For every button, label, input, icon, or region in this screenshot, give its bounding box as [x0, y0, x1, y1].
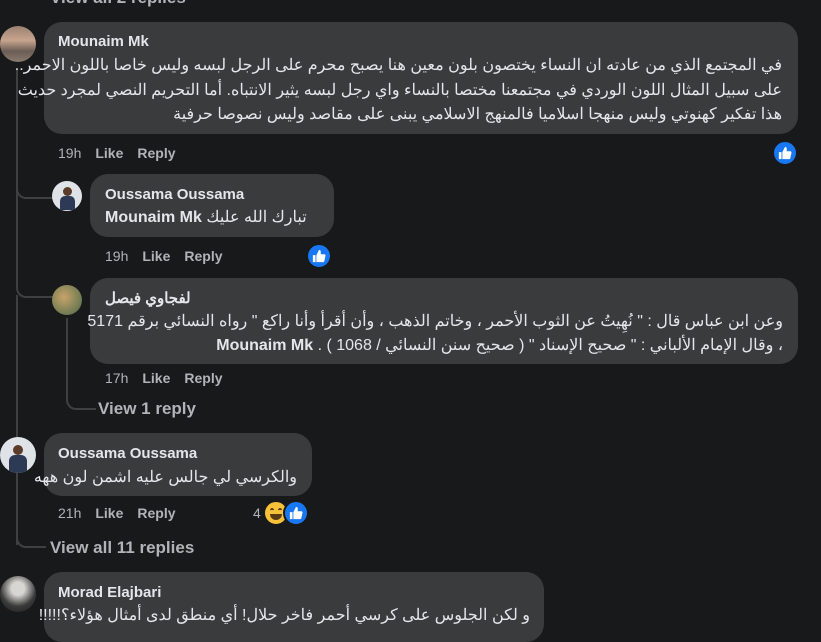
- like-reaction-icon[interactable]: [306, 243, 332, 269]
- comment-text-line: Mounaim Mk ، وقال الإمام الألباني : " صح…: [216, 335, 783, 355]
- thumbs-up-icon: [312, 249, 326, 263]
- comment-meta: 17h Like Reply: [105, 370, 237, 386]
- timestamp[interactable]: 17h: [105, 370, 128, 386]
- reply-action[interactable]: Reply: [137, 505, 175, 521]
- timestamp[interactable]: 21h: [58, 505, 81, 521]
- comment-meta: 21h Like Reply: [58, 505, 190, 521]
- comment-body: ، وقال الإمام الألباني : " صحيح الإسناد …: [317, 337, 783, 354]
- reply-action[interactable]: Reply: [137, 145, 175, 161]
- comment-text: والكرسي لي جالس عليه اشمن لون ههه: [33, 469, 297, 486]
- thread-line: [16, 180, 54, 199]
- mention-link[interactable]: Mounaim Mk: [216, 337, 313, 354]
- like-action[interactable]: Like: [95, 145, 123, 161]
- avatar[interactable]: [0, 576, 36, 612]
- comment-author[interactable]: لفجاوي فيصل: [105, 289, 191, 307]
- reply-action[interactable]: Reply: [184, 370, 222, 386]
- comment-author[interactable]: Morad Elajbari: [58, 584, 161, 601]
- mention-link[interactable]: Mounaim Mk: [105, 209, 202, 226]
- view-1-reply-link[interactable]: View 1 reply: [98, 399, 196, 419]
- avatar[interactable]: [52, 285, 82, 315]
- reply-action[interactable]: Reply: [184, 248, 222, 264]
- view-all-replies-link[interactable]: View all 11 replies: [50, 538, 194, 558]
- comment-bubble: [90, 174, 334, 237]
- like-action[interactable]: Like: [95, 505, 123, 521]
- comment-text-line: على سبيل المثال اللون الوردي في مجتمعنا …: [17, 82, 782, 99]
- reaction-count[interactable]: 4: [253, 505, 261, 521]
- thumbs-up-icon: [778, 146, 792, 160]
- comment-text-line: في المجتمع الذي من عادته ان النساء يختصو…: [14, 57, 782, 74]
- avatar[interactable]: [0, 437, 36, 473]
- comment-text: و لكن الجلوس على كرسي أحمر فاخر حلال! أي…: [38, 607, 530, 624]
- like-action[interactable]: Like: [142, 370, 170, 386]
- like-reaction-icon[interactable]: [283, 500, 309, 526]
- like-action[interactable]: Like: [142, 248, 170, 264]
- comment-meta: 19h Like Reply: [105, 248, 237, 264]
- view-replies-link[interactable]: View all 2 replies: [50, 0, 186, 8]
- comment-text: Mounaim Mk تبارك الله عليك: [105, 207, 307, 227]
- avatar[interactable]: [52, 181, 82, 211]
- timestamp[interactable]: 19h: [105, 248, 128, 264]
- comment-author[interactable]: Mounaim Mk: [58, 33, 149, 50]
- timestamp[interactable]: 19h: [58, 145, 81, 161]
- comment-text-line: وعن ابن عباس قال : " نُهِيتُ عن الثوب ال…: [87, 313, 783, 330]
- thumbs-up-icon: [289, 506, 303, 520]
- comment-author[interactable]: Oussama Oussama: [105, 186, 244, 203]
- thread-line: [16, 480, 46, 548]
- comment-body: تبارك الله عليك: [206, 209, 307, 226]
- comment-author[interactable]: Oussama Oussama: [58, 445, 197, 462]
- like-reaction-icon[interactable]: [772, 140, 798, 166]
- comment-text-line: هذا تفكير كهنوتي وليس منهجا اسلاميا فالم…: [173, 106, 782, 123]
- comment-meta: 19h Like Reply: [58, 145, 190, 161]
